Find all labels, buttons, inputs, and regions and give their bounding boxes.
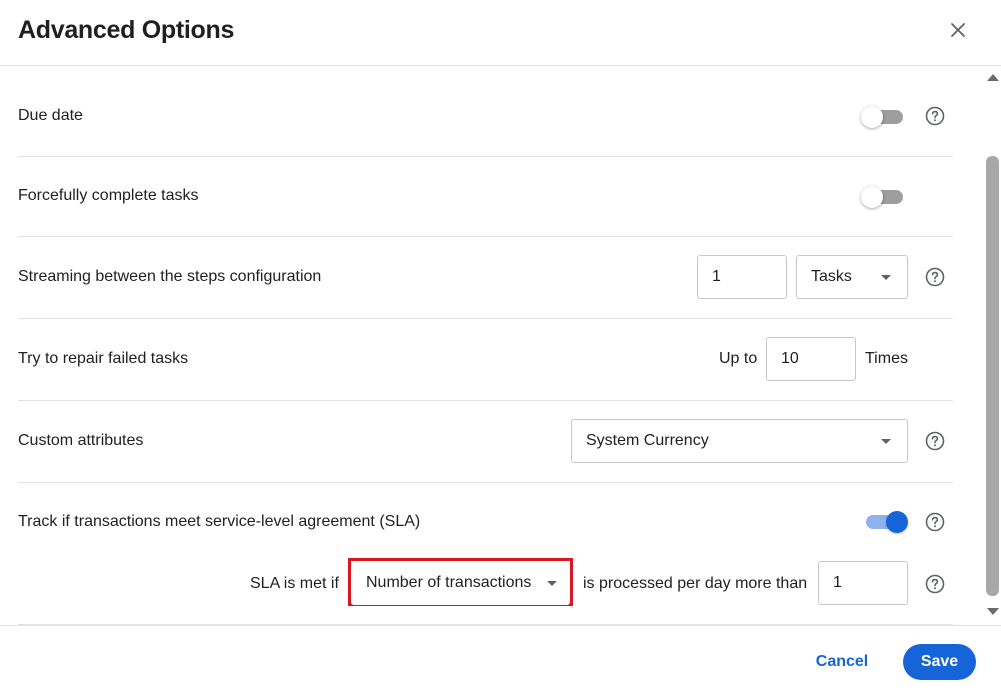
- row-custom-attributes: Custom attributes System Currency: [18, 400, 953, 483]
- dialog-body: Due date Forcefully complete tasks Strea…: [0, 66, 1001, 625]
- streaming-count-input[interactable]: 1: [697, 255, 787, 299]
- vertical-scrollbar[interactable]: [984, 66, 1001, 625]
- custom-attributes-label: Custom attributes: [18, 432, 144, 449]
- sla-toggle[interactable]: [866, 511, 908, 533]
- close-icon: [951, 23, 965, 37]
- row-due-date: Due date: [18, 66, 953, 157]
- streaming-unit-value: Tasks: [811, 268, 852, 285]
- row-streaming: Streaming between the steps configuratio…: [18, 236, 953, 319]
- toggle-knob: [861, 186, 883, 208]
- due-date-toggle[interactable]: [861, 106, 903, 128]
- toggle-knob: [886, 511, 908, 533]
- sla-condition-middle: is processed per day more than: [583, 575, 808, 592]
- chevron-down-icon: [881, 439, 891, 444]
- close-button[interactable]: [944, 16, 972, 44]
- help-circle-icon[interactable]: [925, 106, 945, 126]
- dialog-footer: Cancel Save: [0, 625, 1001, 698]
- scrollbar-thumb[interactable]: [986, 156, 999, 596]
- help-circle-icon[interactable]: [925, 431, 945, 451]
- help-circle-icon[interactable]: [925, 512, 945, 532]
- custom-attributes-value: System Currency: [586, 432, 709, 449]
- save-button[interactable]: Save: [903, 644, 976, 680]
- forcefully-complete-toggle[interactable]: [861, 186, 903, 208]
- help-circle-icon[interactable]: [925, 267, 945, 287]
- chevron-down-icon: [547, 581, 557, 586]
- forcefully-complete-label: Forcefully complete tasks: [18, 187, 199, 204]
- repair-suffix: Times: [865, 350, 908, 367]
- row-forcefully-complete: Forcefully complete tasks: [18, 156, 953, 237]
- help-circle-icon[interactable]: [925, 574, 945, 594]
- dialog-title: Advanced Options: [18, 16, 235, 44]
- cancel-button[interactable]: Cancel: [804, 644, 880, 680]
- scroll-down-arrow-icon[interactable]: [987, 608, 999, 615]
- sla-label: Track if transactions meet service-level…: [18, 513, 421, 530]
- sla-condition-prefix: SLA is met if: [250, 575, 339, 592]
- row-repair: Try to repair failed tasks Up to 10 Time…: [18, 318, 953, 401]
- sla-metric-select[interactable]: Number of transactions: [351, 561, 570, 605]
- row-sla: Track if transactions meet service-level…: [18, 482, 953, 625]
- scroll-up-arrow-icon[interactable]: [987, 74, 999, 81]
- repair-label: Try to repair failed tasks: [18, 350, 189, 367]
- streaming-unit-select[interactable]: Tasks: [796, 255, 908, 299]
- repair-count-input[interactable]: 10: [766, 337, 856, 381]
- sla-metric-value: Number of transactions: [366, 574, 532, 591]
- sla-threshold-input[interactable]: 1: [818, 561, 908, 605]
- custom-attributes-select[interactable]: System Currency: [571, 419, 908, 463]
- dialog-header: Advanced Options: [0, 0, 1001, 66]
- streaming-label: Streaming between the steps configuratio…: [18, 268, 322, 285]
- chevron-down-icon: [881, 275, 891, 280]
- due-date-label: Due date: [18, 107, 83, 124]
- toggle-knob: [861, 106, 883, 128]
- repair-prefix: Up to: [719, 350, 758, 367]
